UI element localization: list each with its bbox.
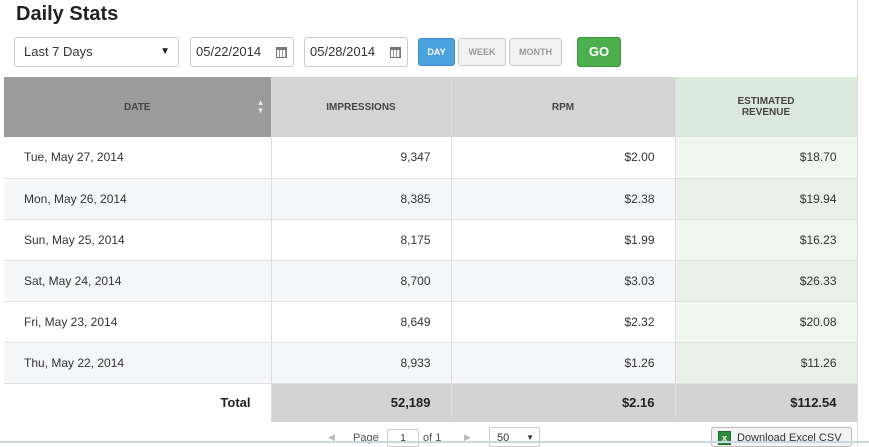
revenue-cell: $16.23 bbox=[675, 219, 858, 261]
start-date-value: 05/22/2014 bbox=[196, 44, 262, 59]
impressions-cell: 9,347 bbox=[271, 137, 452, 179]
go-button[interactable]: GO bbox=[577, 37, 621, 67]
total-revenue: $112.54 bbox=[675, 383, 858, 422]
week-button[interactable]: WEEK bbox=[458, 38, 506, 66]
page-number-input[interactable]: 1 bbox=[387, 429, 419, 447]
rpm-cell: $3.03 bbox=[451, 260, 676, 302]
revenue-header-label-line1: ESTIMATED bbox=[737, 96, 795, 107]
impressions-column-header[interactable]: IMPRESSIONS bbox=[271, 77, 452, 137]
rpm-header-label: RPM bbox=[551, 101, 575, 113]
date-cell: Tue, May 27, 2014 bbox=[4, 137, 272, 179]
rpm-cell: $1.99 bbox=[451, 219, 676, 261]
table-row: Mon, May 26, 2014 8,385 $2.38 $19.94 bbox=[4, 178, 858, 220]
impressions-header-label: IMPRESSIONS bbox=[326, 101, 396, 113]
table-header-row: DATE ▲ ▼ IMPRESSIONS RPM ESTIMATED REVENU… bbox=[4, 77, 858, 137]
impressions-cell: 8,385 bbox=[271, 178, 452, 220]
date-range-select[interactable]: Last 7 Days ▼ bbox=[14, 37, 179, 67]
date-range-value: Last 7 Days bbox=[24, 44, 93, 59]
rows-per-page-select[interactable]: 50 ▼ bbox=[489, 427, 540, 447]
revenue-cell: $11.26 bbox=[675, 342, 858, 384]
table-row: Sun, May 25, 2014 8,175 $1.99 $16.23 bbox=[4, 219, 858, 261]
revenue-header-label-line2: REVENUE bbox=[741, 107, 791, 118]
start-date-field[interactable]: 05/22/2014 bbox=[190, 37, 294, 67]
month-button[interactable]: MONTH bbox=[509, 38, 562, 66]
download-csv-button[interactable]: x Download Excel CSV bbox=[711, 427, 852, 447]
total-impressions: 52,189 bbox=[271, 383, 452, 422]
calendar-icon[interactable] bbox=[390, 47, 401, 58]
revenue-cell: $19.94 bbox=[675, 178, 858, 220]
total-rpm: $2.16 bbox=[451, 383, 676, 422]
date-cell: Sun, May 25, 2014 bbox=[4, 219, 272, 261]
daily-stats-table: DATE ▲ ▼ IMPRESSIONS RPM ESTIMATED REVENU… bbox=[4, 77, 858, 422]
chevron-down-icon: ▼ bbox=[526, 433, 534, 442]
impressions-cell: 8,700 bbox=[271, 260, 452, 302]
table-row: Fri, May 23, 2014 8,649 $2.32 $20.08 bbox=[4, 301, 858, 343]
table-row: Thu, May 22, 2014 8,933 $1.26 $11.26 bbox=[4, 342, 858, 384]
revenue-cell: $18.70 bbox=[675, 137, 858, 179]
date-header-label: DATE bbox=[124, 101, 151, 113]
sort-icon[interactable]: ▲ ▼ bbox=[257, 99, 265, 115]
bottom-divider bbox=[0, 441, 869, 443]
rpm-cell: $2.00 bbox=[451, 137, 676, 179]
date-cell: Mon, May 26, 2014 bbox=[4, 178, 272, 220]
revenue-cell: $20.08 bbox=[675, 301, 858, 343]
date-cell: Fri, May 23, 2014 bbox=[4, 301, 272, 343]
revenue-column-header[interactable]: ESTIMATED REVENUE bbox=[675, 77, 858, 137]
date-cell: Sat, May 24, 2014 bbox=[4, 260, 272, 302]
date-cell: Thu, May 22, 2014 bbox=[4, 342, 272, 384]
end-date-field[interactable]: 05/28/2014 bbox=[304, 37, 408, 67]
revenue-cell: $26.33 bbox=[675, 260, 858, 302]
total-row: Total 52,189 $2.16 $112.54 bbox=[4, 383, 858, 422]
impressions-cell: 8,933 bbox=[271, 342, 452, 384]
rpm-cell: $1.26 bbox=[451, 342, 676, 384]
impressions-cell: 8,175 bbox=[271, 219, 452, 261]
rpm-cell: $2.32 bbox=[451, 301, 676, 343]
chevron-down-icon: ▼ bbox=[160, 46, 170, 57]
calendar-icon[interactable] bbox=[276, 47, 287, 58]
page-title: Daily Stats bbox=[16, 3, 119, 25]
impressions-cell: 8,649 bbox=[271, 301, 452, 343]
total-label: Total bbox=[4, 383, 272, 422]
table-row: Sat, May 24, 2014 8,700 $3.03 $26.33 bbox=[4, 260, 858, 302]
date-column-header[interactable]: DATE ▲ ▼ bbox=[4, 77, 272, 137]
day-button[interactable]: DAY bbox=[418, 38, 455, 66]
rpm-cell: $2.38 bbox=[451, 178, 676, 220]
end-date-value: 05/28/2014 bbox=[310, 44, 376, 59]
table-row: Tue, May 27, 2014 9,347 $2.00 $18.70 bbox=[4, 137, 858, 179]
rpm-column-header[interactable]: RPM bbox=[451, 77, 676, 137]
